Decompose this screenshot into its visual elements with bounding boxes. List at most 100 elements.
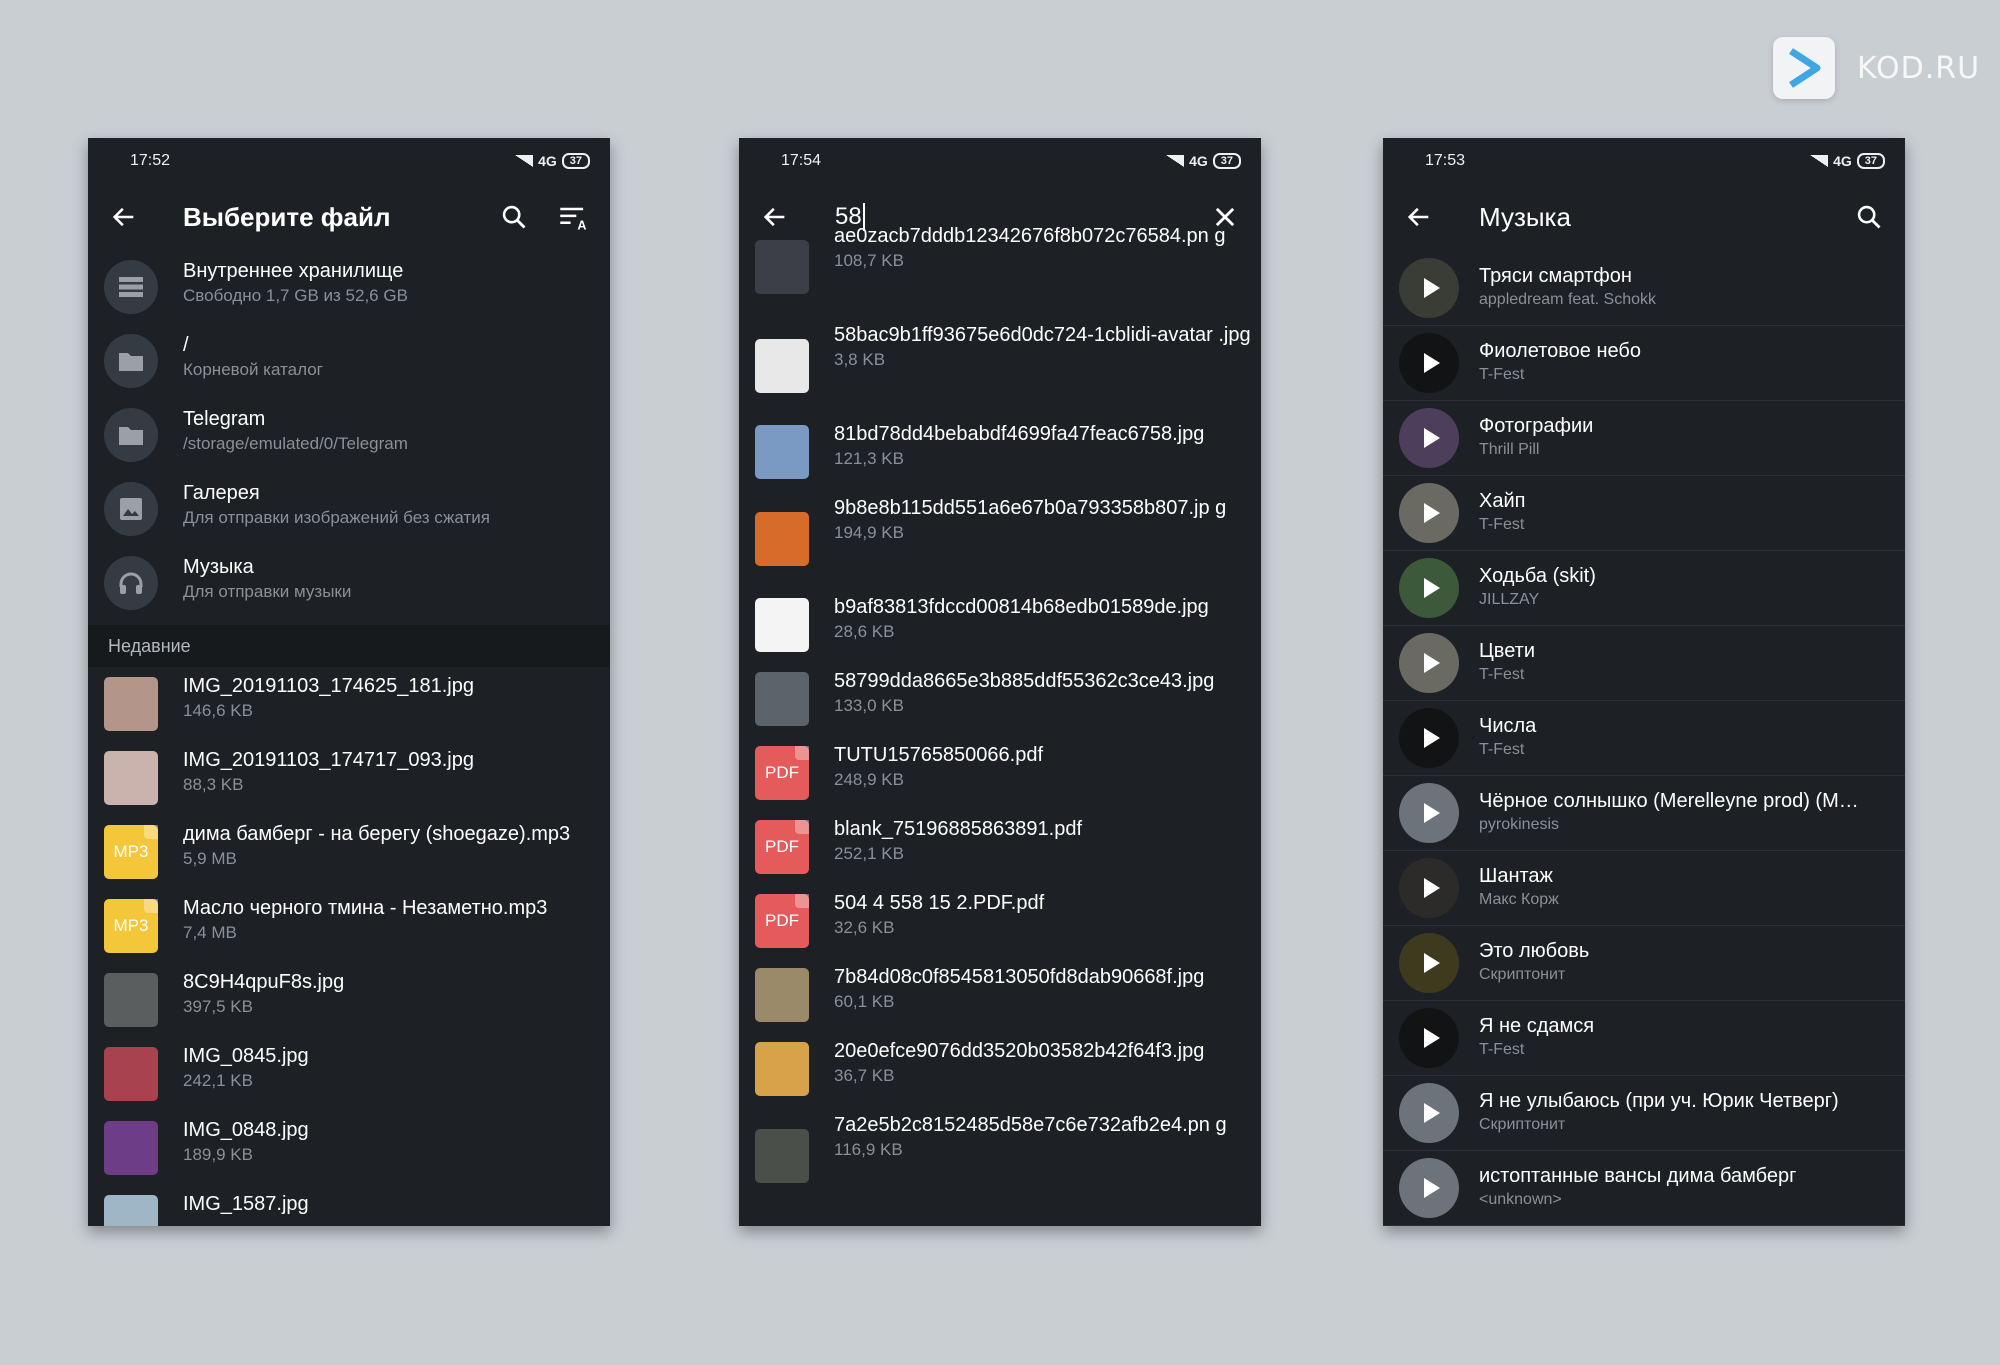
- track-artist: Макс Корж: [1479, 891, 1559, 908]
- image-thumbnail: [755, 425, 809, 479]
- file-row[interactable]: IMG_0848.jpg 189,9 KB: [88, 1111, 610, 1185]
- file-info: b9af83813fdccd00814b68edb01589de.jpg 28,6…: [834, 594, 1253, 644]
- search-icon[interactable]: [500, 203, 528, 236]
- section-header-recent: Недавние: [88, 625, 610, 667]
- file-row[interactable]: 58799dda8665e3b885ddf55362c3ce43.jpg 133,…: [739, 662, 1261, 736]
- back-arrow-icon[interactable]: [1405, 203, 1433, 236]
- play-button[interactable]: [1399, 858, 1459, 918]
- file-info: 58bac9b1ff93675e6d0dc724-1cblidi-avatar …: [834, 322, 1253, 372]
- file-row[interactable]: IMG_0845.jpg 242,1 KB: [88, 1037, 610, 1111]
- status-time: 17:54: [781, 152, 822, 169]
- file-row[interactable]: 81bd78dd4bebabdf4699fa47feac6758.jpg 121,…: [739, 415, 1261, 489]
- brand-name: KOD.RU: [1857, 50, 1981, 86]
- back-arrow-icon[interactable]: [110, 203, 138, 236]
- status-time: 17:53: [1425, 152, 1466, 169]
- file-row[interactable]: MP3 дима бамберг - на берегу (shoegaze).m…: [88, 815, 610, 889]
- file-extension: PDF: [765, 911, 799, 930]
- play-button[interactable]: [1399, 483, 1459, 543]
- file-row[interactable]: ae0zacb7dddb12342676f8b072c76584.pn g 108…: [739, 217, 1261, 316]
- file-row[interactable]: PDF 504 4 558 15 2.PDF.pdf 32,6 KB: [739, 884, 1261, 958]
- track-info: Чёрное солнышко (Merelleyne prod) (M… pyr…: [1479, 788, 1875, 836]
- phone-search-results: 17:54 4G 37 58 ae0zacb7dddb12342676f8b07…: [739, 138, 1261, 1226]
- page-title: Музыка: [1479, 201, 1571, 232]
- track-artist: JILLZAY: [1479, 591, 1540, 608]
- track-row[interactable]: Фотографии Thrill Pill: [1383, 400, 1905, 476]
- file-row[interactable]: 9b8e8b115dd551a6e67b0a793358b807.jp g 194…: [739, 489, 1261, 588]
- file-name: TUTU15765850066.pdf: [834, 744, 1044, 766]
- file-row[interactable]: 58bac9b1ff93675e6d0dc724-1cblidi-avatar …: [739, 316, 1261, 415]
- item-title: Внутреннее хранилище: [183, 260, 404, 282]
- play-button[interactable]: [1399, 933, 1459, 993]
- track-row[interactable]: истоптанные вансы дима бамберг <unknown>: [1383, 1150, 1905, 1226]
- list-item[interactable]: Telegram/storage/emulated/0/Telegram: [88, 398, 610, 472]
- track-info: Шантаж Макс Корж: [1479, 863, 1875, 911]
- track-title: Чёрное солнышко (Merelleyne prod) (M…: [1479, 790, 1859, 812]
- file-row[interactable]: IMG_20191103_174625_181.jpg 146,6 KB: [88, 667, 610, 741]
- file-row[interactable]: IMG_1587.jpg: [88, 1185, 610, 1226]
- file-size: 28,6 KB: [834, 622, 895, 641]
- file-size: 108,7 KB: [834, 251, 904, 270]
- phone-music: 17:53 4G 37 Музыка Тряси смартфон appledr…: [1383, 138, 1905, 1226]
- file-name: blank_75196885863891.pdf: [834, 818, 1083, 840]
- play-button[interactable]: [1399, 1008, 1459, 1068]
- play-button[interactable]: [1399, 1083, 1459, 1143]
- file-row[interactable]: PDF TUTU15765850066.pdf 248,9 KB: [739, 736, 1261, 810]
- play-button[interactable]: [1399, 333, 1459, 393]
- list-item[interactable]: Галерея Для отправки изображений без сжат…: [88, 472, 610, 546]
- file-row[interactable]: PDF blank_75196885863891.pdf 252,1 KB: [739, 810, 1261, 884]
- list-item[interactable]: Внутреннее хранилище Свободно 1,7 GB из 5…: [88, 250, 610, 324]
- play-button[interactable]: [1399, 1158, 1459, 1218]
- play-button[interactable]: [1399, 633, 1459, 693]
- play-button[interactable]: [1399, 408, 1459, 468]
- play-button[interactable]: [1399, 258, 1459, 318]
- list-item[interactable]: Музыка Для отправки музыки: [88, 546, 610, 620]
- file-row[interactable]: IMG_20191103_174717_093.jpg 88,3 KB: [88, 741, 610, 815]
- file-info: TUTU15765850066.pdf 248,9 KB: [834, 742, 1253, 792]
- track-artist: pyrokinesis: [1479, 816, 1560, 833]
- file-row[interactable]: 7a2e5b2c8152485d58e7c6e732afb2e4.pn g 116…: [739, 1106, 1261, 1205]
- track-title: Ходьба (skit): [1479, 565, 1596, 587]
- track-row[interactable]: Числа T-Fest: [1383, 700, 1905, 776]
- file-row[interactable]: 7b84d08c0f8545813050fd8dab90668f.jpg 60,1…: [739, 958, 1261, 1032]
- play-button[interactable]: [1399, 558, 1459, 618]
- track-row[interactable]: Я не сдамся T-Fest: [1383, 1000, 1905, 1076]
- track-row[interactable]: Я не улыбаюсь (при уч. Юрик Четверг) Скри…: [1383, 1075, 1905, 1151]
- item-title: /: [183, 334, 189, 356]
- battery-icon: 37: [1856, 153, 1885, 169]
- track-row[interactable]: Чёрное солнышко (Merelleyne prod) (M… pyr…: [1383, 775, 1905, 851]
- search-icon[interactable]: [1855, 203, 1883, 236]
- pdf-file-icon: PDF: [755, 894, 809, 948]
- status-bar: 17:52 4G 37: [88, 138, 610, 184]
- track-row[interactable]: Тряси смартфон appledream feat. Schokk: [1383, 250, 1905, 326]
- track-row[interactable]: Хайп T-Fest: [1383, 475, 1905, 551]
- file-row[interactable]: 8C9H4qpuF8s.jpg 397,5 KB: [88, 963, 610, 1037]
- sort-icon[interactable]: A: [558, 203, 590, 236]
- file-name: IMG_0845.jpg: [183, 1045, 309, 1067]
- track-row[interactable]: Это любовь Скриптонит: [1383, 925, 1905, 1001]
- file-size: 194,9 KB: [834, 523, 904, 542]
- file-row[interactable]: b9af83813fdccd00814b68edb01589de.jpg 28,6…: [739, 588, 1261, 662]
- file-row[interactable]: MP3 Масло черного тмина - Незаметно.mp3 7,…: [88, 889, 610, 963]
- file-size: 116,9 KB: [834, 1140, 903, 1159]
- track-row[interactable]: Ходьба (skit) JILLZAY: [1383, 550, 1905, 626]
- file-name: 504 4 558 15 2.PDF.pdf: [834, 892, 1045, 914]
- track-row[interactable]: Фиолетовое небо T-Fest: [1383, 325, 1905, 401]
- track-title: Я не сдамся: [1479, 1015, 1595, 1037]
- file-extension: PDF: [765, 763, 799, 782]
- play-button[interactable]: [1399, 708, 1459, 768]
- track-row[interactable]: Цвети T-Fest: [1383, 625, 1905, 701]
- image-thumbnail: [104, 973, 158, 1027]
- file-row[interactable]: 20e0efce9076dd3520b03582b42f64f3.jpg 36,7…: [739, 1032, 1261, 1106]
- file-name: IMG_20191103_174625_181.jpg: [183, 675, 474, 697]
- track-info: Фиолетовое небо T-Fest: [1479, 338, 1875, 386]
- track-artist: T-Fest: [1479, 1041, 1525, 1058]
- play-button[interactable]: [1399, 783, 1459, 843]
- file-info: 20e0efce9076dd3520b03582b42f64f3.jpg 36,7…: [834, 1038, 1253, 1088]
- play-icon: [1423, 728, 1440, 748]
- status-bar: 17:53 4G 37: [1383, 138, 1905, 184]
- file-size: 242,1 KB: [183, 1071, 253, 1090]
- list-item[interactable]: / Корневой каталог: [88, 324, 610, 398]
- track-info: Хайп T-Fest: [1479, 488, 1875, 536]
- track-info: Я не сдамся T-Fest: [1479, 1013, 1875, 1061]
- track-row[interactable]: Шантаж Макс Корж: [1383, 850, 1905, 926]
